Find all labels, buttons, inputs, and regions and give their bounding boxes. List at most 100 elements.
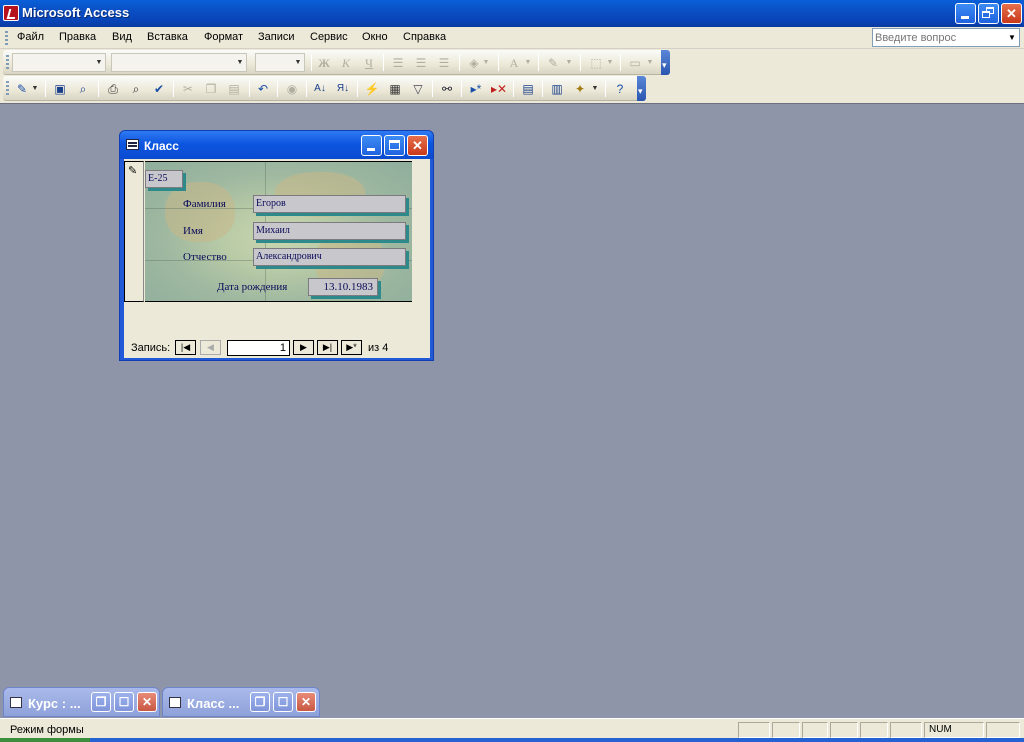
font-name-combo[interactable]: ▼ xyxy=(111,53,247,72)
birthdate-field[interactable]: 13.10.1983 xyxy=(308,278,378,296)
search-file-icon[interactable]: ⌕ xyxy=(73,79,93,99)
next-record-button[interactable]: ▶ xyxy=(293,340,314,355)
form-view-toolbar: ✎ ▼ ▣ ⌕ ⎙ ⌕ ✔ ✂ ❐ ▤ ↶ ◉ A↓ Я↓ ⚡ ▦ ▽ ⚯ ▸*… xyxy=(3,76,646,101)
toolbar-separator xyxy=(498,54,499,71)
help-question-box[interactable]: ▼ xyxy=(872,28,1020,47)
patronymic-field[interactable]: Александрович xyxy=(253,248,406,266)
chevron-down-icon[interactable]: ▼ xyxy=(1006,30,1018,45)
hyperlink-icon[interactable]: ◉ xyxy=(282,79,302,99)
new-record-button[interactable]: ▶* xyxy=(341,340,362,355)
line-color-icon[interactable]: ✎ xyxy=(543,53,563,73)
italic-button[interactable]: К xyxy=(336,53,356,73)
menu-file[interactable]: Файл xyxy=(17,31,44,43)
database-window-icon[interactable]: ▥ xyxy=(547,79,567,99)
spelling-icon[interactable]: ✔ xyxy=(149,79,169,99)
first-record-button[interactable]: |◀ xyxy=(175,340,196,355)
chevron-down-icon[interactable]: ▼ xyxy=(481,53,491,73)
align-left-icon[interactable]: ☰ xyxy=(388,53,408,73)
close-button[interactable]: ✕ xyxy=(137,692,157,712)
access-app-icon[interactable] xyxy=(3,5,19,21)
menu-grip[interactable] xyxy=(5,31,8,45)
menu-window[interactable]: Окно xyxy=(362,31,388,43)
chevron-down-icon[interactable]: ▼ xyxy=(523,53,533,73)
object-combo[interactable]: ▼ xyxy=(12,53,106,72)
minimized-window-kurs[interactable]: Курс : ... ❐ ☐ ✕ xyxy=(3,687,160,717)
firstname-field[interactable]: Михаил xyxy=(253,222,406,240)
menu-view[interactable]: Вид xyxy=(112,31,132,43)
maximize-button[interactable]: ☐ xyxy=(273,692,293,712)
filter-by-form-icon[interactable]: ▦ xyxy=(385,79,405,99)
new-record-icon[interactable]: ▸* xyxy=(466,79,486,99)
menu-insert[interactable]: Вставка xyxy=(147,31,188,43)
help-icon[interactable]: ? xyxy=(610,79,630,99)
bold-button[interactable]: Ж xyxy=(314,53,334,73)
font-size-combo[interactable]: ▼ xyxy=(255,53,305,72)
chevron-down-icon[interactable]: ▼ xyxy=(564,53,574,73)
toolbar-separator xyxy=(383,54,384,71)
restore-button[interactable]: ❐ xyxy=(91,692,111,712)
special-effect-icon[interactable]: ▭ xyxy=(625,53,645,73)
restore-button[interactable]: ❐ xyxy=(250,692,270,712)
lastname-field[interactable]: Егоров xyxy=(253,195,406,213)
toolbar-separator xyxy=(98,80,99,97)
sort-descending-icon[interactable]: Я↓ xyxy=(333,79,353,99)
previous-record-button[interactable]: ◀ xyxy=(200,340,221,355)
properties-icon[interactable]: ▤ xyxy=(518,79,538,99)
print-preview-icon[interactable]: ⌕ xyxy=(126,79,146,99)
group-field[interactable]: Е-25 xyxy=(145,170,183,188)
record-selector[interactable]: ✎ xyxy=(124,161,144,302)
form-maximize-button[interactable] xyxy=(384,135,405,156)
menu-edit[interactable]: Правка xyxy=(59,31,96,43)
font-color-button[interactable]: A xyxy=(504,53,524,73)
sort-ascending-icon[interactable]: A↓ xyxy=(310,79,330,99)
status-mode-text: Режим формы xyxy=(10,724,84,736)
paste-icon[interactable]: ▤ xyxy=(224,79,244,99)
form-titlebar[interactable]: Класс ✕ xyxy=(120,131,433,159)
apply-filter-icon[interactable]: ▽ xyxy=(408,79,428,99)
toolbar-grip[interactable] xyxy=(6,55,9,70)
menu-records[interactable]: Записи xyxy=(258,31,295,43)
toolbar-options-icon[interactable] xyxy=(661,50,670,75)
menu-tools[interactable]: Сервис xyxy=(310,31,348,43)
find-icon[interactable]: ⚯ xyxy=(437,79,457,99)
new-object-icon[interactable]: ✦ xyxy=(570,79,590,99)
form-minimize-button[interactable] xyxy=(361,135,382,156)
copy-icon[interactable]: ❐ xyxy=(201,79,221,99)
help-question-input[interactable] xyxy=(873,29,1003,46)
save-icon[interactable]: ▣ xyxy=(50,79,70,99)
cut-icon[interactable]: ✂ xyxy=(178,79,198,99)
menu-help[interactable]: Справка xyxy=(403,31,446,43)
chevron-down-icon: ▼ xyxy=(236,59,244,66)
chevron-down-icon[interactable]: ▼ xyxy=(645,53,655,73)
status-cell xyxy=(986,722,1020,738)
minimized-window-klass[interactable]: Класс ... ❐ ☐ ✕ xyxy=(162,687,320,717)
print-icon[interactable]: ⎙ xyxy=(103,79,123,99)
align-right-icon[interactable]: ☰ xyxy=(434,53,454,73)
toolbar-options-icon[interactable] xyxy=(637,76,646,101)
border-width-icon[interactable]: ⬚ xyxy=(586,53,606,73)
chevron-down-icon[interactable]: ▼ xyxy=(605,53,615,73)
status-cell xyxy=(860,722,888,738)
undo-icon[interactable]: ↶ xyxy=(253,79,273,99)
toolbar-grip[interactable] xyxy=(6,81,9,96)
close-icon: ✕ xyxy=(300,695,312,709)
form-icon xyxy=(169,697,181,708)
minimize-button[interactable] xyxy=(955,3,976,24)
chevron-down-icon[interactable]: ▼ xyxy=(590,79,600,99)
delete-record-icon[interactable]: ▸✕ xyxy=(489,79,509,99)
menu-format[interactable]: Формат xyxy=(204,31,243,43)
record-number-input[interactable]: 1 xyxy=(227,340,290,356)
maximize-button[interactable]: ☐ xyxy=(114,692,134,712)
form-icon xyxy=(10,697,22,708)
align-center-icon[interactable]: ☰ xyxy=(411,53,431,73)
form-close-button[interactable]: ✕ xyxy=(407,135,428,156)
filter-by-selection-icon[interactable]: ⚡ xyxy=(362,79,382,99)
underline-button[interactable]: Ч xyxy=(359,53,379,73)
close-button[interactable]: ✕ xyxy=(296,692,316,712)
restore-button[interactable] xyxy=(978,3,999,24)
chevron-down-icon[interactable]: ▼ xyxy=(30,79,40,99)
close-button[interactable]: ✕ xyxy=(1001,3,1022,24)
view-icon[interactable]: ✎ xyxy=(12,79,32,99)
last-record-button[interactable]: ▶| xyxy=(317,340,338,355)
form-icon[interactable] xyxy=(126,139,139,150)
